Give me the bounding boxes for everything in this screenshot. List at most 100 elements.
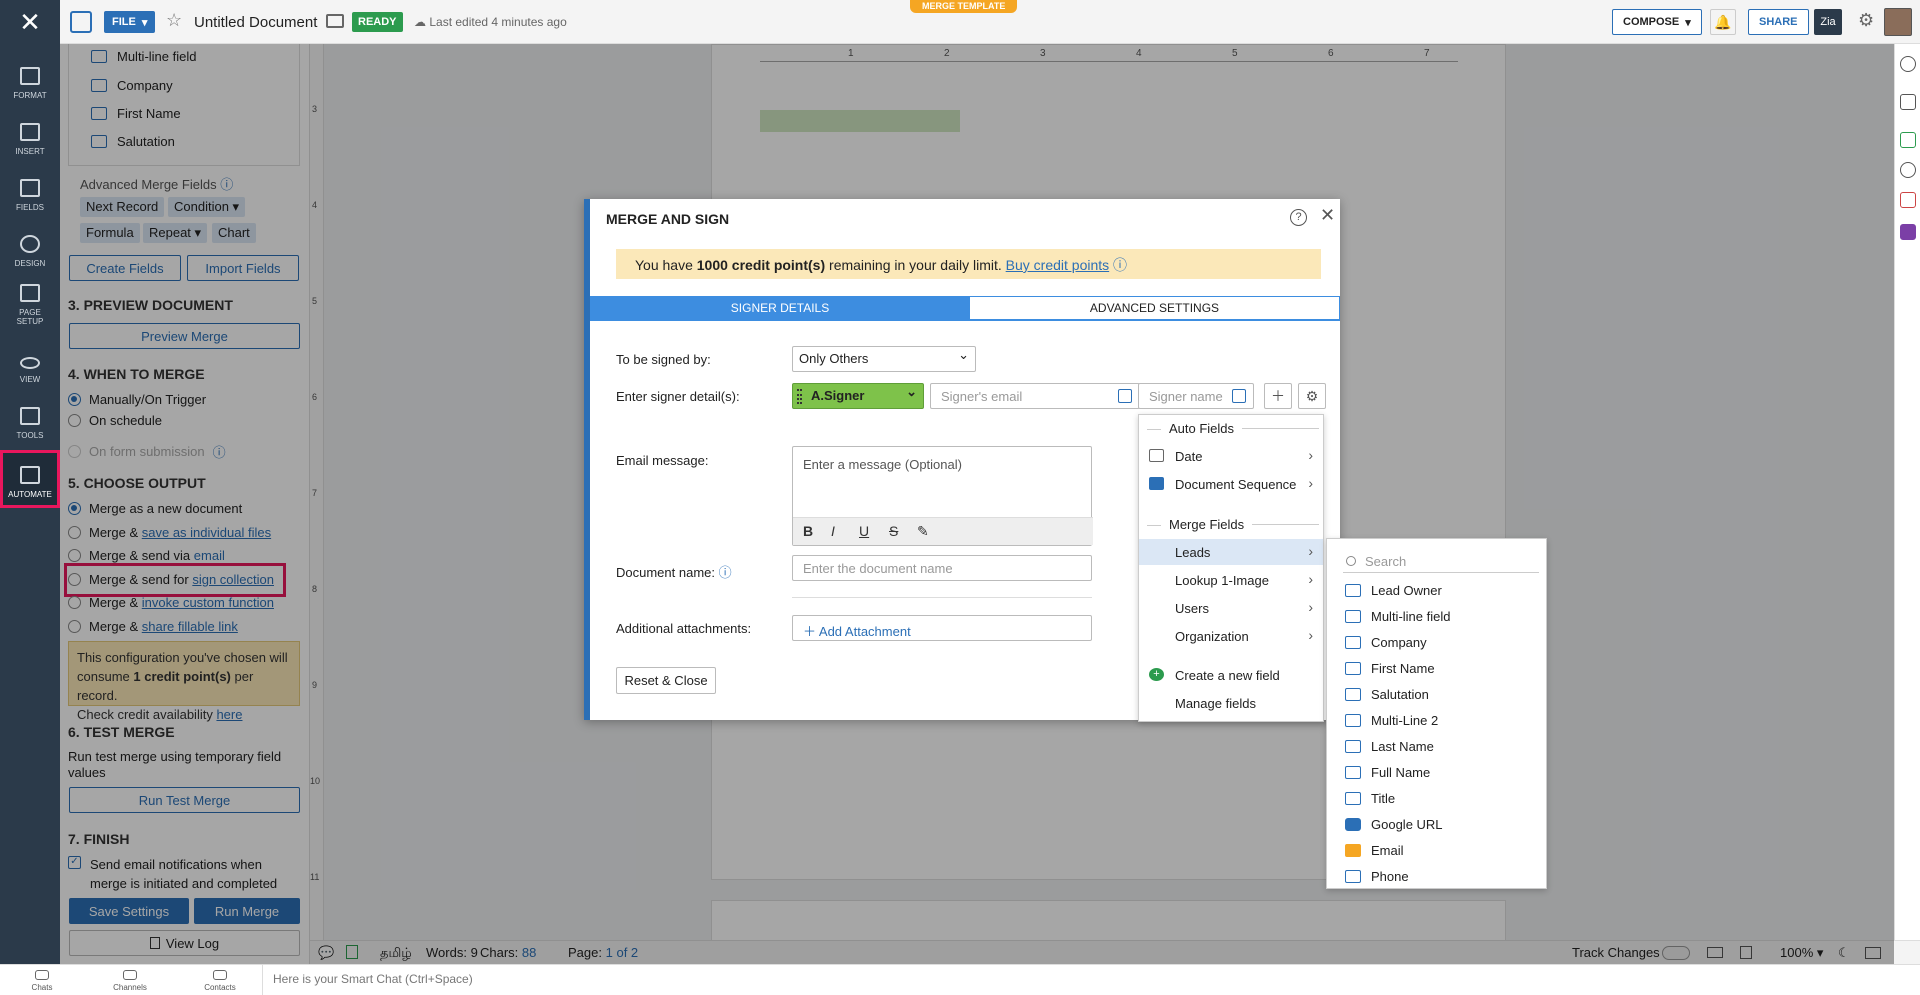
automate-icon — [20, 466, 40, 484]
strikethrough-icon[interactable]: S — [889, 523, 898, 539]
signed-by-select[interactable]: Only Others — [792, 346, 976, 372]
chevron-right-icon: › — [1308, 543, 1313, 559]
close-icon[interactable]: ✕ — [0, 0, 60, 44]
document-title[interactable]: Untitled Document — [194, 14, 317, 31]
list-item[interactable]: Salutation — [1345, 687, 1429, 702]
rail-format[interactable]: FORMAT — [0, 52, 60, 106]
tab-signer-details[interactable]: SIGNER DETAILS — [590, 296, 970, 320]
auto-fields-heading: Auto Fields — [1147, 421, 1319, 436]
list-item[interactable]: First Name — [1345, 661, 1435, 676]
italic-icon[interactable]: I — [831, 523, 835, 539]
list-item[interactable]: Multi-Line 2 — [1345, 713, 1438, 728]
eye-icon — [20, 357, 40, 369]
reset-close-button[interactable]: Reset & Close — [616, 667, 716, 694]
menu-item-organization[interactable]: Organization › — [1139, 623, 1323, 649]
bell-icon[interactable]: 🔔 — [1710, 9, 1736, 35]
palette-icon — [20, 235, 40, 253]
signer-role-select[interactable]: A.Signer — [792, 383, 924, 409]
app-icon[interactable] — [1900, 132, 1916, 148]
underline-icon[interactable]: U — [859, 523, 869, 539]
app-icon-2[interactable] — [1900, 192, 1916, 208]
paint-icon[interactable]: ✎ — [917, 523, 929, 540]
submenu-search-input[interactable]: Search — [1343, 551, 1539, 573]
chats-button[interactable]: Chats — [12, 970, 72, 992]
document-name-label: Document name: ⓘ — [616, 565, 732, 580]
info-icon[interactable] — [1900, 56, 1916, 72]
field-icon — [1345, 792, 1361, 805]
link-icon — [1345, 818, 1361, 831]
channels-icon — [123, 970, 137, 980]
right-rail — [1894, 44, 1920, 964]
folder-icon[interactable] — [326, 14, 344, 28]
chats-icon — [35, 970, 49, 980]
help-icon[interactable]: ? — [1290, 209, 1307, 226]
list-item[interactable]: Full Name — [1345, 765, 1430, 780]
document-name-input[interactable]: Enter the document name — [792, 555, 1092, 581]
format-toolbar: B I U S ✎ — [793, 517, 1093, 545]
field-icon — [1345, 870, 1361, 883]
field-icon — [1345, 766, 1361, 779]
rail-page-setup[interactable]: PAGE SETUP — [0, 276, 60, 332]
gear-icon[interactable]: ⚙ — [1858, 10, 1874, 31]
list-item[interactable]: Google URL — [1345, 817, 1443, 832]
puzzle-icon[interactable] — [1900, 224, 1916, 240]
rail-fields[interactable]: FIELDS — [0, 164, 60, 218]
rail-tools[interactable]: TOOLS — [0, 392, 60, 446]
buy-credit-link[interactable]: Buy credit points — [1006, 257, 1110, 273]
comment-icon[interactable] — [1900, 94, 1916, 110]
list-item[interactable]: Title — [1345, 791, 1395, 806]
zia-button[interactable]: Zia — [1814, 9, 1842, 35]
close-icon[interactable]: ✕ — [1320, 205, 1335, 226]
menu-item-leads[interactable]: Leads › — [1139, 539, 1323, 565]
tab-advanced-settings[interactable]: ADVANCED SETTINGS — [970, 296, 1340, 320]
star-icon[interactable]: ☆ — [166, 10, 182, 31]
field-icon — [1345, 688, 1361, 701]
compose-button[interactable]: COMPOSE ▾ — [1612, 9, 1702, 35]
menu-item-manage-fields[interactable]: Manage fields — [1139, 690, 1323, 716]
menu-item-users[interactable]: Users › — [1139, 595, 1323, 621]
field-picker-icon[interactable] — [1118, 389, 1132, 403]
rail-insert[interactable]: INSERT — [0, 108, 60, 162]
rail-design[interactable]: DESIGN — [0, 220, 60, 274]
signer-details-label: Enter signer detail(s): — [616, 389, 740, 404]
contacts-button[interactable]: Contacts — [190, 970, 250, 992]
list-item[interactable]: Company — [1345, 635, 1427, 650]
chevron-right-icon: › — [1308, 571, 1313, 587]
menu-item-create-field[interactable]: + Create a new field — [1139, 662, 1323, 688]
list-item[interactable]: Multi-line field — [1345, 609, 1450, 624]
menu-item-document-sequence[interactable]: Document Sequence › — [1139, 471, 1323, 497]
email-message-input[interactable]: Enter a message (Optional) B I U S ✎ — [792, 446, 1093, 546]
menu-item-lookup[interactable]: Lookup 1-Image › — [1139, 567, 1323, 593]
gear-icon[interactable]: ⚙ — [1298, 383, 1326, 409]
divider — [792, 597, 1092, 598]
bold-icon[interactable]: B — [803, 523, 813, 539]
list-item[interactable]: Last Name — [1345, 739, 1434, 754]
add-signer-icon[interactable]: ＋ — [1264, 383, 1292, 409]
sequence-icon — [1149, 477, 1164, 490]
drag-handle-icon[interactable] — [797, 389, 802, 404]
dialog-title: MERGE AND SIGN — [606, 211, 730, 227]
wordpress-icon[interactable] — [1900, 162, 1916, 178]
menu-item-date[interactable]: Date › — [1139, 443, 1323, 469]
channels-button[interactable]: Channels — [100, 970, 160, 992]
merge-template-badge: MERGE TEMPLATE — [910, 0, 1018, 13]
list-item[interactable]: Phone — [1345, 869, 1409, 884]
field-icon — [1345, 610, 1361, 623]
list-item[interactable]: Email — [1345, 843, 1404, 858]
smart-chat-input[interactable]: Here is your Smart Chat (Ctrl+Space) — [262, 964, 1894, 995]
avatar[interactable] — [1884, 8, 1912, 36]
rail-view[interactable]: VIEW — [0, 336, 60, 390]
chevron-right-icon: › — [1308, 475, 1313, 491]
signer-email-input[interactable]: Signer's email — [930, 383, 1140, 409]
field-picker-icon-2[interactable] — [1232, 389, 1246, 403]
add-attachment-button[interactable]: ＋ Add Attachment — [792, 615, 1092, 641]
status-badge: READY — [352, 12, 403, 32]
credit-banner: You have 1000 credit point(s) remaining … — [616, 249, 1321, 279]
list-item[interactable]: Lead Owner — [1345, 583, 1442, 598]
rail-automate[interactable]: AUTOMATE — [0, 450, 60, 508]
share-button[interactable]: SHARE — [1748, 9, 1809, 35]
top-toolbar: ✕ FILE ▾ ☆ Untitled Document READY ☁ Last… — [0, 0, 1920, 44]
signed-by-label: To be signed by: — [616, 352, 711, 367]
file-menu-button[interactable]: FILE ▾ — [104, 11, 156, 33]
document-icon[interactable] — [70, 11, 92, 33]
